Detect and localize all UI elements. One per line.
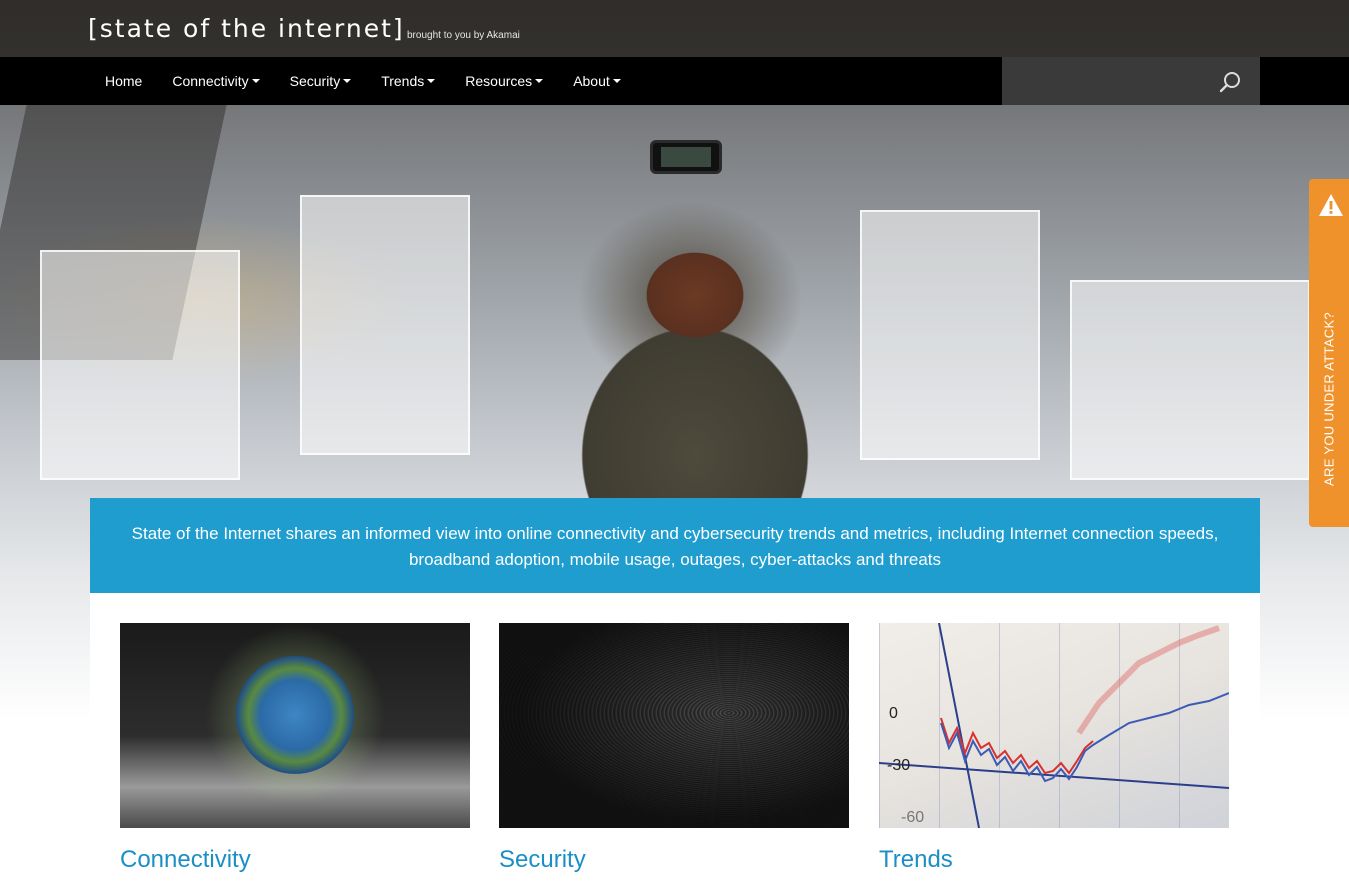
main-nav: Home Connectivity Security Trends Resour… bbox=[0, 57, 1349, 105]
nav-item-label: Resources bbox=[465, 73, 533, 89]
site-tagline: brought to you by Akamai bbox=[407, 30, 520, 41]
person-photo bbox=[540, 225, 850, 505]
caret-down-icon bbox=[343, 79, 352, 83]
card-trends: 0 -30 -60 Trends bbox=[879, 623, 1229, 874]
card-title-security[interactable]: Security bbox=[499, 846, 849, 874]
nav-item-security[interactable]: Security bbox=[275, 57, 367, 105]
nav-item-label: Home bbox=[105, 73, 143, 89]
card-security: Security bbox=[499, 623, 849, 874]
under-attack-tab[interactable]: ARE YOU UNDER ATTACK? bbox=[1309, 179, 1349, 527]
stock-chart-image[interactable]: 0 -30 -60 bbox=[879, 623, 1229, 828]
chart-tick-label: 0 bbox=[889, 705, 898, 722]
intro-text: State of the Internet shares an informed… bbox=[131, 524, 1219, 569]
nav-item-label: Security bbox=[289, 73, 341, 89]
nav-item-label: Trends bbox=[381, 73, 425, 89]
chart-tick-label: -30 bbox=[887, 757, 911, 774]
glass-railing-far-right bbox=[1070, 280, 1310, 480]
search-input[interactable] bbox=[1002, 57, 1212, 105]
search-icon[interactable] bbox=[1218, 70, 1242, 94]
nav-item-about[interactable]: About bbox=[558, 57, 636, 105]
under-attack-label: ARE YOU UNDER ATTACK? bbox=[1321, 312, 1337, 486]
site-header: [state of the internet] brought to you b… bbox=[0, 0, 1349, 57]
caret-down-icon bbox=[427, 79, 436, 83]
glass-railing-far-left bbox=[40, 250, 240, 480]
caret-down-icon bbox=[612, 79, 621, 83]
nav-item-label: About bbox=[573, 73, 610, 89]
card-title-trends[interactable]: Trends bbox=[879, 846, 1229, 874]
caret-down-icon bbox=[251, 79, 260, 83]
site-title[interactable]: [state of the internet] bbox=[88, 14, 405, 43]
glass-railing-left bbox=[300, 195, 470, 455]
caret-down-icon bbox=[535, 79, 544, 83]
card-title-connectivity[interactable]: Connectivity bbox=[120, 846, 470, 874]
nav-item-home[interactable]: Home bbox=[90, 57, 157, 105]
chart-tick-label: -60 bbox=[901, 809, 925, 826]
nav-item-trends[interactable]: Trends bbox=[366, 57, 450, 105]
phone-photo bbox=[650, 140, 722, 174]
earth-in-hand-image[interactable] bbox=[120, 623, 470, 828]
card-connectivity: Connectivity bbox=[120, 623, 470, 874]
intro-banner: State of the Internet shares an informed… bbox=[90, 498, 1260, 593]
nav-item-connectivity[interactable]: Connectivity bbox=[157, 57, 274, 105]
warning-icon bbox=[1319, 194, 1343, 216]
stock-lines-graphic bbox=[879, 623, 1229, 828]
nav-item-label: Connectivity bbox=[172, 73, 249, 89]
glass-railing-right bbox=[860, 210, 1040, 460]
content-panel: Connectivity Security 0 -30 -60 Trends bbox=[90, 593, 1260, 881]
nav-item-resources[interactable]: Resources bbox=[450, 57, 558, 105]
fingerprint-image[interactable] bbox=[499, 623, 849, 828]
